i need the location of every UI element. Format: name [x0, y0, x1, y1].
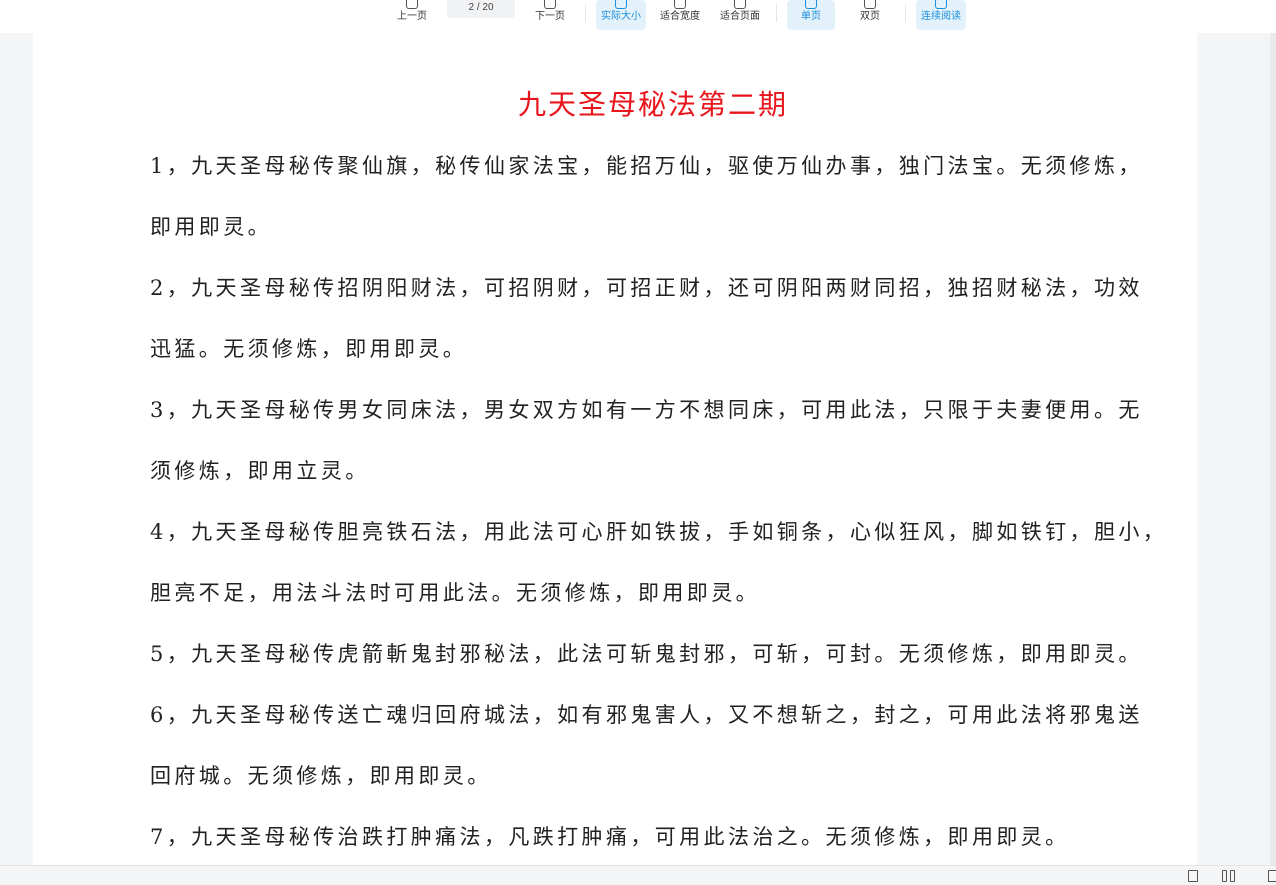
toolbar-divider	[585, 4, 586, 22]
continuous-read-button[interactable]: 连续阅读	[916, 0, 966, 30]
single-page-label: 单页	[801, 11, 821, 22]
continuous-read-label: 连续阅读	[921, 11, 961, 22]
actual-size-icon	[615, 0, 627, 9]
fit-width-button[interactable]: 适合宽度	[655, 0, 705, 30]
document-line: 须修炼，即用立灵。	[150, 459, 370, 483]
continuous-read-icon	[935, 0, 947, 9]
viewer-toolbar: 上一页 2 / 20 下一页 实际大小 适合宽度 适合页面 单页 双页 连续阅读	[0, 0, 1276, 33]
toolbar-divider	[776, 4, 777, 22]
single-page-view-icon[interactable]	[1188, 870, 1198, 882]
actual-size-button[interactable]: 实际大小	[596, 0, 646, 30]
document-line: 3，九天圣母秘传男女同床法，男女双方如有一方不想同床，可用此法，只限于夫妻便用。…	[150, 398, 1143, 422]
document-line: 2，九天圣母秘传招阴阳财法，可招阴财，可招正财，还可阴阳两财同招，独招财秘法，功…	[150, 276, 1143, 300]
document-line: 胆亮不足，用法斗法时可用此法。无须修炼，即用即灵。	[150, 581, 760, 605]
document-line: 迅猛。无须修炼，即用即灵。	[150, 337, 468, 361]
fit-page-icon	[734, 0, 746, 9]
next-page-icon	[544, 0, 556, 9]
scrollbar-track[interactable]	[1270, 33, 1276, 865]
double-page-view-icon[interactable]	[1222, 870, 1236, 882]
document-viewport[interactable]: 九天圣母秘法第二期 1，九天圣母秘传聚仙旗，秘传仙家法宝，能招万仙，驱使万仙办事…	[0, 33, 1276, 865]
prev-page-button[interactable]: 上一页	[392, 0, 432, 30]
document-line: 回府城。无须修炼，即用即灵。	[150, 764, 492, 788]
document-title: 九天圣母秘法第二期	[517, 88, 788, 121]
fit-page-button[interactable]: 适合页面	[715, 0, 765, 30]
page-number-input[interactable]: 2 / 20	[447, 0, 515, 18]
fit-width-label: 适合宽度	[660, 11, 700, 22]
next-page-button[interactable]: 下一页	[530, 0, 570, 30]
single-page-button[interactable]: 单页	[787, 0, 835, 30]
prev-page-label: 上一页	[397, 11, 427, 22]
document-line: 1，九天圣母秘传聚仙旗，秘传仙家法宝，能招万仙，驱使万仙办事，独门法宝。无须修炼…	[150, 154, 1143, 178]
document-line: 7，九天圣母秘传治跌打肿痛法，凡跌打肿痛，可用此法治之。无须修炼，即用即灵。	[150, 825, 1070, 849]
document-line: 6，九天圣母秘传送亡魂归回府城法，如有邪鬼害人，又不想斩之，封之，可用此法将邪鬼…	[150, 703, 1143, 727]
double-page-button[interactable]: 双页	[846, 0, 894, 30]
single-page-icon	[805, 0, 817, 9]
document-line: 即用即灵。	[150, 215, 272, 239]
double-page-label: 双页	[860, 11, 880, 22]
toolbar-divider	[905, 4, 906, 22]
status-bar	[0, 865, 1276, 885]
actual-size-label: 实际大小	[601, 11, 641, 22]
document-line: 4，九天圣母秘传胆亮铁石法，用此法可心肝如铁拔，手如铜条，心似狂风，脚如铁钉，胆…	[150, 520, 1168, 544]
double-page-icon	[864, 0, 876, 9]
fit-width-icon	[674, 0, 686, 9]
continuous-view-icon[interactable]	[1268, 870, 1276, 882]
document-line: 5，九天圣母秘传虎箭斬鬼封邪秘法，此法可斩鬼封邪，可斩，可封。无须修炼，即用即灵…	[150, 642, 1143, 666]
prev-page-icon	[406, 0, 418, 9]
fit-page-label: 适合页面	[720, 11, 760, 22]
document-page: 九天圣母秘法第二期 1，九天圣母秘传聚仙旗，秘传仙家法宝，能招万仙，驱使万仙办事…	[33, 33, 1197, 865]
next-page-label: 下一页	[535, 11, 565, 22]
